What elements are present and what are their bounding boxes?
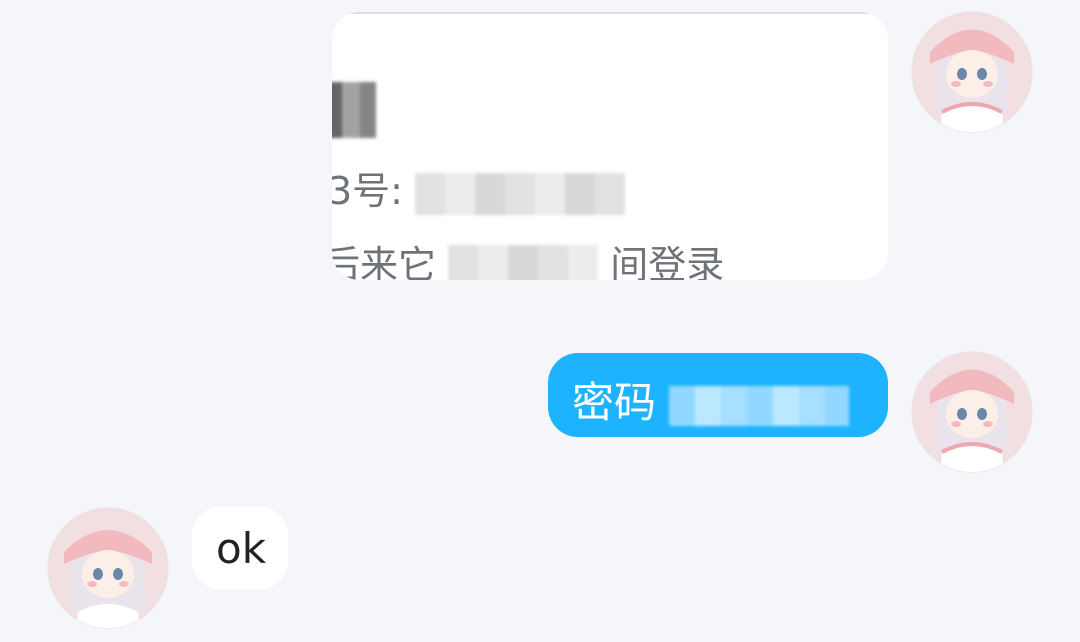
shared-card-message[interactable]: 密码 3号: 后来它 间登录	[332, 12, 888, 280]
card-line-2-prefix: 3号:	[332, 169, 416, 213]
incoming-message-bubble[interactable]: ok	[192, 507, 288, 589]
anime-girl-avatar-icon	[912, 352, 1032, 472]
user-avatar[interactable]	[912, 352, 1032, 472]
card-line-3: 后来它 间登录	[332, 234, 724, 280]
anime-girl-avatar-icon	[912, 12, 1032, 132]
card-line-3-suffix: 间登录	[610, 243, 725, 280]
card-line-1	[332, 82, 376, 138]
card-line-3-prefix: 后来它	[332, 243, 437, 280]
redacted-text	[332, 82, 376, 138]
anime-girl-avatar-icon	[48, 508, 168, 628]
user-avatar[interactable]	[912, 12, 1032, 132]
redacted-text	[415, 172, 626, 215]
redacted-text	[448, 244, 599, 280]
outgoing-message-bubble[interactable]: 密码	[548, 353, 888, 437]
redacted-text	[669, 385, 850, 426]
card-top-border	[332, 12, 888, 22]
message-text: 密码	[572, 369, 850, 430]
message-text: ok	[216, 524, 267, 573]
card-line-2: 密码 3号:	[332, 160, 626, 215]
contact-avatar[interactable]	[48, 508, 168, 628]
